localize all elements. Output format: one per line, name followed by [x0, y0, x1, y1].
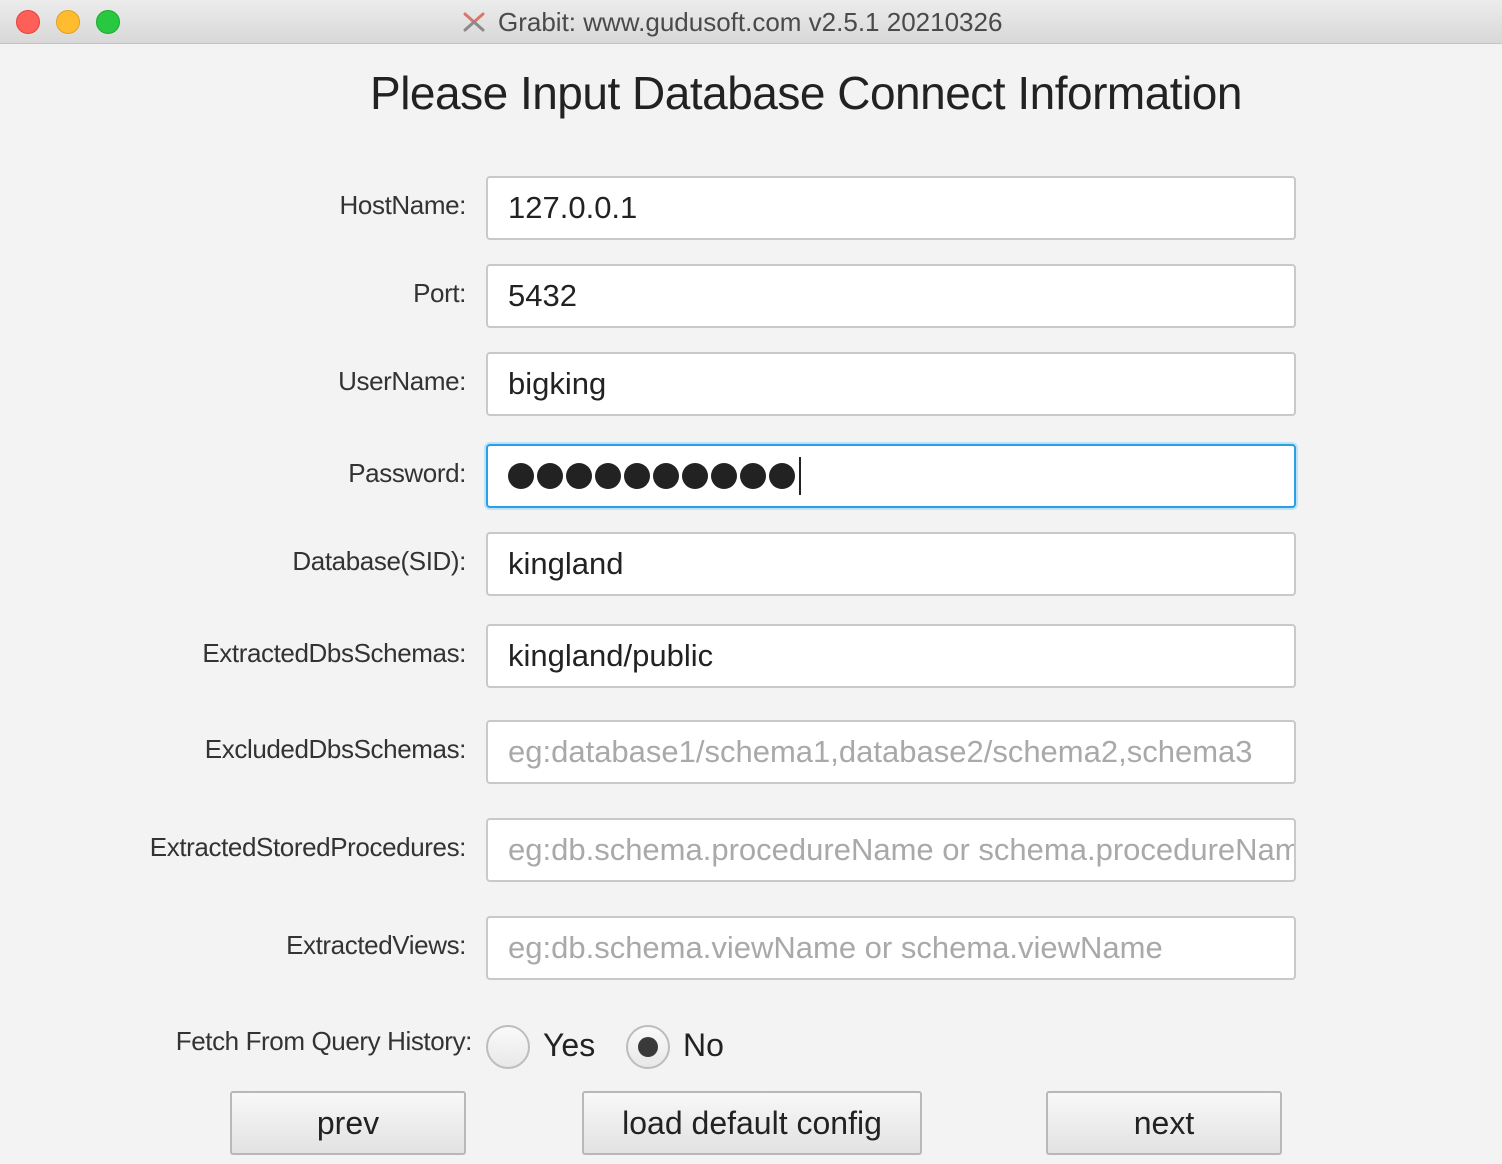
title-bar: Grabit: www.gudusoft.com v2.5.1 20210326: [0, 0, 1502, 44]
query-history-yes-radio[interactable]: [486, 1025, 530, 1069]
password-mask-dot: [653, 463, 679, 489]
text-caret: [799, 457, 801, 495]
window-title-group: Grabit: www.gudusoft.com v2.5.1 20210326: [460, 6, 1002, 38]
port-input[interactable]: 5432: [486, 264, 1296, 328]
stored-procedures-label: ExtractedStoredProcedures:: [149, 832, 467, 862]
load-default-config-button[interactable]: load default config: [582, 1091, 922, 1155]
password-mask-dot: [711, 463, 737, 489]
password-mask-dot: [508, 463, 534, 489]
username-label: UserName:: [338, 366, 466, 396]
password-mask-dot: [595, 463, 621, 489]
minimize-window-button[interactable]: [56, 10, 80, 34]
password-mask-dot: [537, 463, 563, 489]
query-history-yes-label: Yes: [543, 1027, 596, 1063]
password-mask: [508, 463, 798, 489]
next-button[interactable]: next: [1046, 1091, 1282, 1155]
extracted-schemas-label: ExtractedDbsSchemas:: [202, 638, 466, 668]
window-title: Grabit: www.gudusoft.com v2.5.1 20210326: [498, 6, 1003, 37]
password-label: Password:: [348, 458, 466, 488]
password-mask-dot: [682, 463, 708, 489]
excluded-schemas-label: ExcludedDbsSchemas:: [204, 734, 467, 764]
stored-procedures-input[interactable]: eg:db.schema.procedureName or schema.pro…: [486, 818, 1296, 882]
password-input[interactable]: [486, 444, 1296, 508]
password-mask-dot: [769, 463, 795, 489]
app-window: Grabit: www.gudusoft.com v2.5.1 20210326…: [0, 0, 1502, 1164]
query-history-label: Fetch From Query History:: [175, 1026, 473, 1056]
database-input[interactable]: kingland: [486, 532, 1296, 596]
password-mask-dot: [566, 463, 592, 489]
password-mask-dot: [624, 463, 650, 489]
page-title: Please Input Database Connect Informatio…: [370, 67, 1242, 119]
query-history-no-label: No: [683, 1027, 724, 1063]
views-label: ExtractedViews:: [286, 930, 466, 960]
maximize-window-button[interactable]: [96, 10, 120, 34]
close-window-button[interactable]: [16, 10, 40, 34]
password-mask-dot: [740, 463, 766, 489]
port-label: Port:: [413, 278, 466, 308]
excluded-schemas-input[interactable]: eg:database1/schema1,database2/schema2,s…: [486, 720, 1296, 784]
hostname-label: HostName:: [339, 190, 467, 220]
query-history-no-radio[interactable]: [626, 1025, 670, 1069]
hostname-input[interactable]: 127.0.0.1: [486, 176, 1296, 240]
app-logo-icon: [463, 12, 485, 32]
extracted-schemas-input[interactable]: kingland/public: [486, 624, 1296, 688]
views-input[interactable]: eg:db.schema.viewName or schema.viewName: [486, 916, 1296, 980]
database-label: Database(SID):: [292, 546, 466, 576]
username-input[interactable]: bigking: [486, 352, 1296, 416]
prev-button[interactable]: prev: [230, 1091, 466, 1155]
